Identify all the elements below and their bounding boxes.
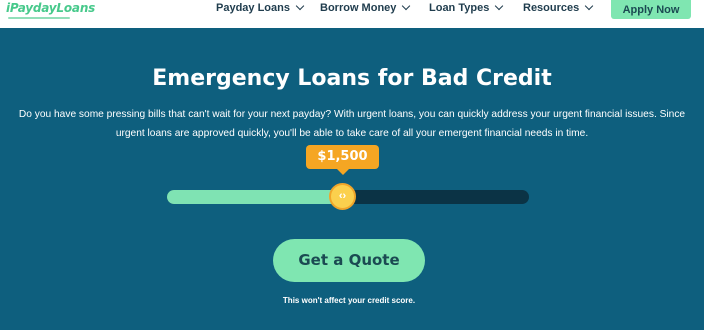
apply-now-button[interactable]: Apply Now	[611, 0, 691, 19]
nav-label: Resources	[523, 2, 580, 14]
nav-label: Borrow Money	[320, 2, 397, 14]
loan-amount-badge: $1,500	[306, 145, 379, 175]
nav-borrow-money[interactable]: Borrow Money	[320, 1, 411, 14]
page-title: Emergency Loans for Bad Credit	[152, 66, 552, 91]
nav-payday-loans[interactable]: Payday Loans	[216, 1, 305, 14]
logo-underline	[8, 17, 70, 19]
nav-loan-types[interactable]: Loan Types	[429, 1, 504, 14]
chevron-down-icon	[585, 1, 594, 11]
nav-label: Loan Types	[429, 2, 490, 14]
site-header: iPaydayLoans Payday Loans Borrow Money L…	[0, 0, 704, 28]
nav-resources[interactable]: Resources	[523, 1, 594, 14]
site-logo[interactable]: iPaydayLoans	[6, 1, 95, 15]
slider-fill	[167, 190, 341, 204]
credit-score-note: This won't affect your credit score.	[282, 296, 416, 305]
hero-description: Do you have some pressing bills that can…	[18, 109, 686, 139]
chevron-down-icon	[495, 1, 504, 11]
chevron-down-icon	[295, 1, 305, 11]
get-a-quote-button[interactable]: Get a Quote	[273, 239, 425, 282]
chevron-down-icon	[402, 1, 411, 11]
slider-handle-icon[interactable]: ‹›	[329, 183, 356, 210]
nav-label: Payday Loans	[216, 2, 290, 14]
